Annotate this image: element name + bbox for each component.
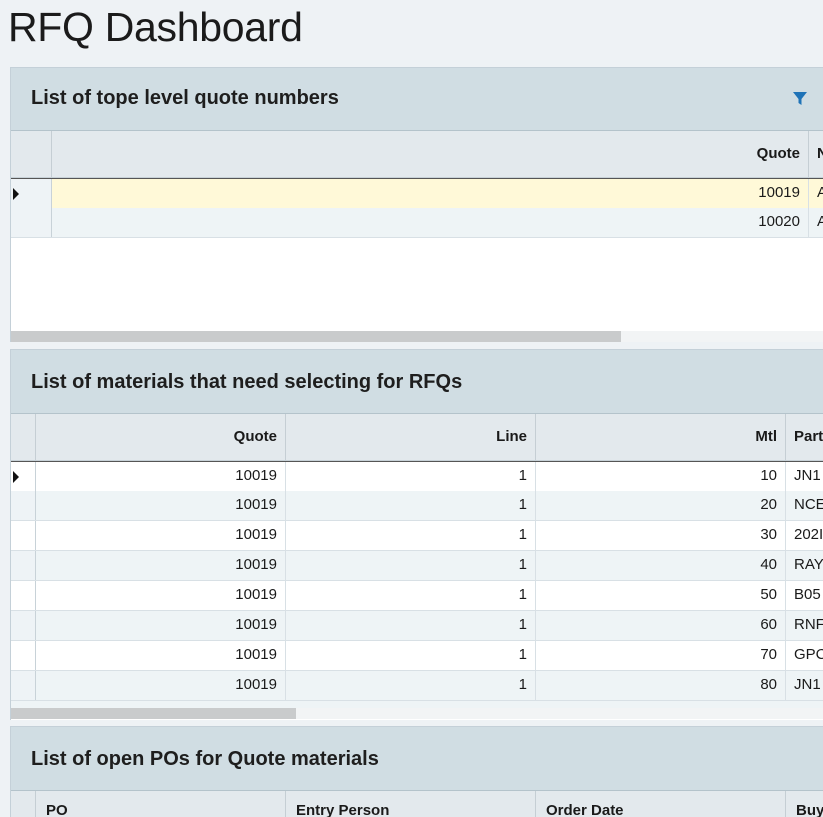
row-selector[interactable] [11,551,36,580]
column-header-buyer[interactable]: Buy [786,791,823,817]
panel-title: List of materials that need selecting fo… [31,371,463,393]
cell-quote: 10019 [36,551,286,580]
row-selector[interactable] [11,462,36,491]
table-row[interactable]: 10019 1 40 RAY [11,551,823,581]
table-row[interactable]: 10020A [11,208,823,238]
column-header-entry-person[interactable]: Entry Person [286,791,536,817]
column-header-quote[interactable]: Quote [52,131,809,177]
cell-part: GPC [786,641,823,670]
cell-mtl: 80 [536,671,786,700]
cell-part: RNF [786,611,823,640]
triangle-right-icon [13,187,19,200]
panel-header: List of open POs for Quote materials [11,727,823,791]
cell-quote: 10019 [36,611,286,640]
table-row[interactable]: 10019 1 60 RNF [11,611,823,641]
panel-open-pos: List of open POs for Quote materials PO … [10,726,823,817]
scrollbar-thumb[interactable] [11,331,621,342]
row-selector-header [11,791,36,817]
triangle-right-icon [13,470,19,483]
cell-line: 1 [286,462,536,491]
row-selector[interactable] [11,611,36,640]
cell-mtl: 10 [536,462,786,491]
panel-title: List of tope level quote numbers [31,87,339,109]
column-header-part[interactable]: Part [786,414,823,460]
cell-mtl: 40 [536,551,786,580]
grid-header-row: Quote Line Mtl Part [11,414,823,461]
cell-next: A [809,208,823,237]
cell-quote: 10019 [36,491,286,520]
cell-quote: 10019 [36,462,286,491]
row-selector-header [11,414,36,460]
row-selector[interactable] [11,179,52,208]
cell-part: JN1 [786,462,823,491]
cell-line: 1 [286,641,536,670]
horizontal-scrollbar[interactable] [11,331,823,342]
panel-header: List of materials that need selecting fo… [11,350,823,414]
cell-quote: 10019 [52,179,809,208]
row-selector[interactable] [11,641,36,670]
filter-icon[interactable] [792,91,808,107]
cell-part: NCE [786,491,823,520]
panel-title: List of open POs for Quote materials [31,748,379,770]
cell-line: 1 [286,551,536,580]
cell-quote: 10019 [36,671,286,700]
cell-part: RAY [786,551,823,580]
column-header-order-date[interactable]: Order Date [536,791,786,817]
column-header-po[interactable]: PO [36,791,286,817]
table-row[interactable]: 10019 1 50 B05 [11,581,823,611]
cell-line: 1 [286,671,536,700]
table-row[interactable]: 10019 1 30 202I [11,521,823,551]
table-row[interactable]: 10019 1 80 JN1 [11,671,823,701]
horizontal-scrollbar[interactable] [11,708,823,719]
cell-line: 1 [286,521,536,550]
row-selector[interactable] [11,581,36,610]
row-selector[interactable] [11,521,36,550]
cell-part: 202I [786,521,823,550]
row-selector[interactable] [11,208,52,237]
panel-header: List of tope level quote numbers [11,68,823,131]
grid-header-row: PO Entry Person Order Date Buy [11,791,823,817]
cell-part: JN1 [786,671,823,700]
column-header-next[interactable]: N [809,131,823,177]
cell-quote: 10019 [36,581,286,610]
panel-materials: List of materials that need selecting fo… [10,349,823,720]
page-title: RFQ Dashboard [8,4,303,50]
cell-quote: 10019 [36,641,286,670]
panel-top-level-quotes: List of tope level quote numbers Quote N… [10,67,823,342]
cell-mtl: 30 [536,521,786,550]
column-header-line[interactable]: Line [286,414,536,460]
cell-quote: 10019 [36,521,286,550]
table-row[interactable]: 10019 1 20 NCE [11,491,823,521]
cell-mtl: 20 [536,491,786,520]
table-row[interactable]: 10019170GPC [11,641,823,671]
cell-mtl: 70 [536,641,786,670]
scrollbar-thumb[interactable] [11,708,296,719]
cell-part: B05 [786,581,823,610]
row-selector[interactable] [11,491,36,520]
cell-quote: 10020 [52,208,809,237]
row-selector-header [11,131,52,177]
cell-line: 1 [286,581,536,610]
cell-line: 1 [286,611,536,640]
cell-mtl: 60 [536,611,786,640]
grid-header-row: Quote N [11,131,823,178]
table-row[interactable]: 10019A [11,178,823,209]
row-selector[interactable] [11,671,36,700]
cell-line: 1 [286,491,536,520]
cell-mtl: 50 [536,581,786,610]
table-row[interactable]: 10019 1 10 JN1 [11,461,823,492]
column-header-mtl[interactable]: Mtl [536,414,786,460]
column-header-quote[interactable]: Quote [36,414,286,460]
cell-next: A [809,179,823,208]
